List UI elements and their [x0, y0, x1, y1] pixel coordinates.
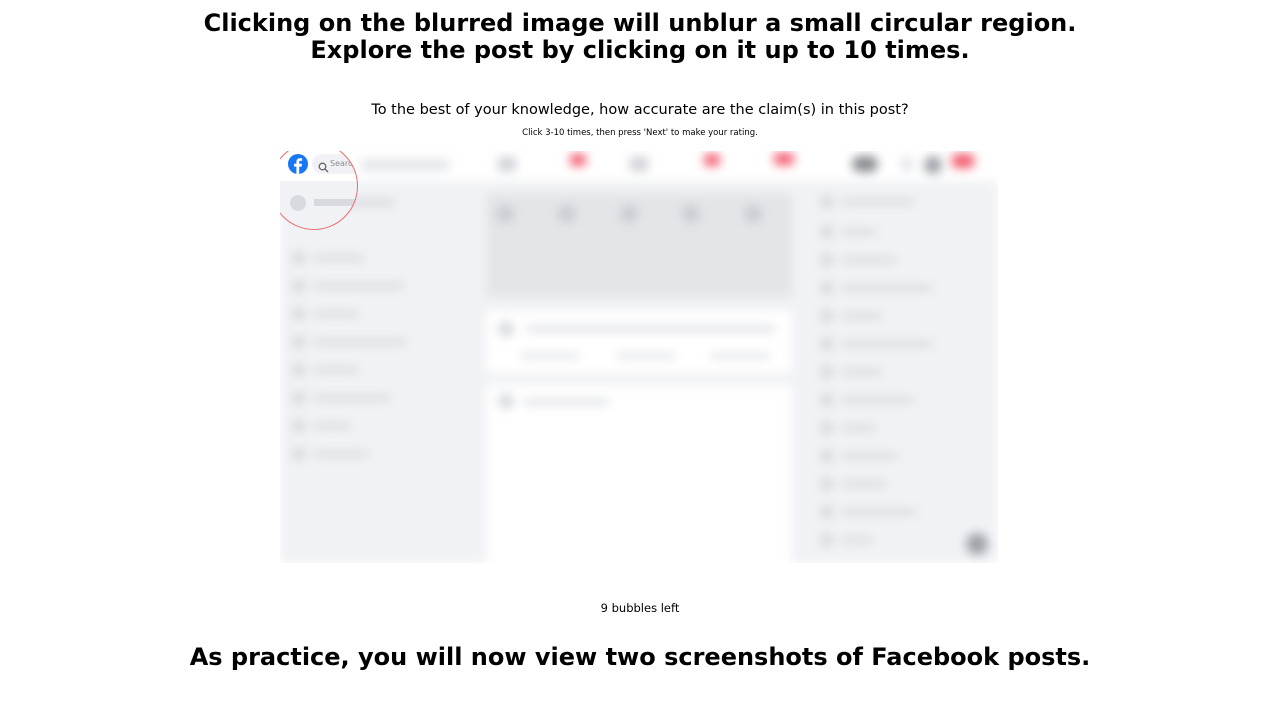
instructions-heading: Clicking on the blurred image will unblu…	[0, 10, 1280, 64]
search-icon	[318, 158, 329, 177]
practice-heading: As practice, you will now view two scree…	[189, 643, 1091, 671]
click-instruction-note: Click 3-10 times, then press 'Next' to m…	[522, 128, 758, 138]
instructions-line-1: Clicking on the blurred image will unblu…	[203, 9, 1077, 37]
instructions-line-2: Explore the post by clicking on it up to…	[310, 36, 970, 64]
blurred-post-image[interactable]: Search	[280, 151, 998, 563]
blurred-layer	[280, 151, 998, 563]
bubbles-left-counter: 9 bubbles left	[600, 601, 680, 615]
accuracy-question: To the best of your knowledge, how accur…	[371, 102, 909, 118]
facebook-logo-icon	[288, 154, 308, 178]
